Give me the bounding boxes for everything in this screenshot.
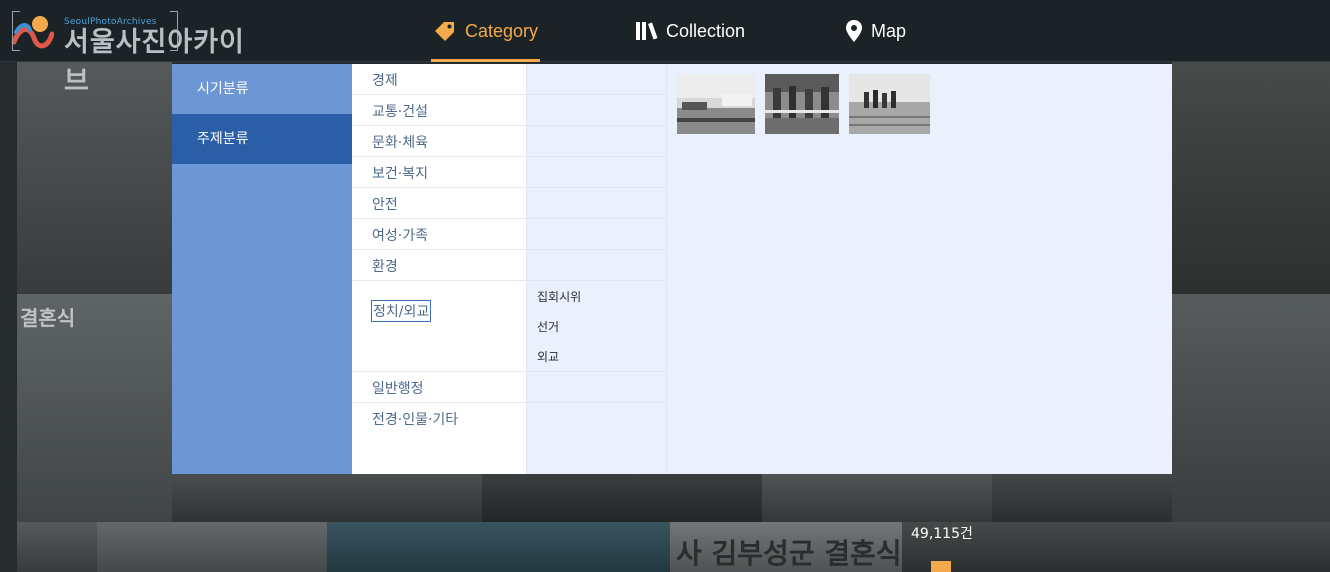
nav-map-label: Map bbox=[871, 20, 907, 41]
subcategory-spacer bbox=[527, 219, 666, 250]
background-photo[interactable] bbox=[97, 522, 327, 572]
category-row: 경제 bbox=[352, 64, 526, 95]
category-row: 환경 bbox=[352, 250, 526, 281]
thumbnail-photo-3[interactable] bbox=[849, 74, 930, 134]
category-row: 정치/외교 bbox=[352, 281, 526, 372]
subcategory-spacer bbox=[527, 188, 666, 219]
subcategory-spacer bbox=[527, 95, 666, 126]
tag-icon bbox=[435, 22, 454, 41]
thumbnail-photo-2[interactable] bbox=[765, 74, 839, 134]
subcategory-spacer bbox=[527, 126, 666, 157]
subcategory-spacer bbox=[527, 64, 666, 95]
subcategory-spacer bbox=[527, 372, 666, 403]
nav-collection-label: Collection bbox=[666, 20, 746, 41]
category-row: 교통·건설 bbox=[352, 95, 526, 126]
books-icon bbox=[636, 22, 658, 40]
top-header: SeoulPhotoArchives 서울사진아카이브 Category Col… bbox=[0, 0, 1330, 97]
category-item-family[interactable]: 여성·가족 bbox=[372, 225, 428, 245]
background-photo[interactable] bbox=[17, 522, 97, 572]
classification-subject[interactable]: 주제분류 bbox=[172, 114, 352, 164]
count-indicator bbox=[931, 561, 951, 572]
category-item-economy[interactable]: 경제 bbox=[372, 70, 398, 90]
category-row: 보건·복지 bbox=[352, 157, 526, 188]
category-dropdown-panel: 시기분류 주제분류 경제 교통·건설 문화·체육 보건·복지 안전 여성·가족 … bbox=[172, 64, 1172, 474]
subcategory-item-protest[interactable]: 집회시위 bbox=[527, 287, 666, 317]
background-photo[interactable] bbox=[482, 472, 762, 522]
nav-category-label: Category bbox=[465, 20, 539, 41]
category-item-administration[interactable]: 일반행정 bbox=[372, 378, 424, 398]
photo-count: 49,115건 bbox=[911, 526, 973, 542]
category-column: 경제 교통·건설 문화·체육 보건·복지 안전 여성·가족 환경 정치/외교 일… bbox=[352, 64, 527, 474]
category-item-environment[interactable]: 환경 bbox=[372, 256, 398, 276]
nav-collection[interactable]: Collection bbox=[636, 0, 745, 62]
category-row: 일반행정 bbox=[352, 372, 526, 403]
subcategory-column: 집회시위 선거 외교 bbox=[527, 64, 667, 474]
subcategory-item-election[interactable]: 선거 bbox=[527, 317, 666, 347]
background-photo[interactable] bbox=[1172, 62, 1330, 294]
subcategory-list: 집회시위 선거 외교 bbox=[527, 281, 666, 372]
category-item-transport[interactable]: 교통·건설 bbox=[372, 101, 428, 121]
background-photo[interactable] bbox=[327, 522, 670, 572]
nav-category[interactable]: Category bbox=[430, 0, 541, 62]
classification-period[interactable]: 시기분류 bbox=[172, 64, 352, 114]
category-row: 문화·체육 bbox=[352, 126, 526, 157]
thumbnail-photo-1[interactable] bbox=[677, 74, 755, 134]
category-row: 전경·인물·기타 bbox=[352, 403, 526, 434]
category-item-culture[interactable]: 문화·체육 bbox=[372, 132, 428, 152]
subcategory-spacer bbox=[527, 250, 666, 281]
subcategory-spacer bbox=[527, 157, 666, 188]
category-item-politics[interactable]: 정치/외교 bbox=[370, 300, 432, 322]
background-sign-text: 사 김부성군 결혼식 bbox=[676, 537, 902, 570]
background-photo[interactable] bbox=[172, 472, 482, 522]
background-sign-text: 결혼식 bbox=[20, 306, 76, 330]
background-photo[interactable] bbox=[1172, 294, 1330, 522]
logo-frame-left bbox=[12, 11, 20, 51]
category-item-health[interactable]: 보건·복지 bbox=[372, 163, 428, 183]
thumbnail-preview-area bbox=[667, 64, 1172, 474]
category-item-other[interactable]: 전경·인물·기타 bbox=[372, 409, 458, 429]
category-row: 안전 bbox=[352, 188, 526, 219]
category-item-safety[interactable]: 안전 bbox=[372, 194, 398, 214]
category-row: 여성·가족 bbox=[352, 219, 526, 250]
classification-column: 시기분류 주제분류 bbox=[172, 64, 352, 474]
background-photo[interactable] bbox=[992, 472, 1172, 522]
map-pin-icon bbox=[846, 20, 862, 42]
background-photo[interactable] bbox=[762, 472, 992, 522]
nav-map[interactable]: Map bbox=[845, 0, 906, 62]
site-logo[interactable]: SeoulPhotoArchives 서울사진아카이브 bbox=[10, 8, 250, 97]
